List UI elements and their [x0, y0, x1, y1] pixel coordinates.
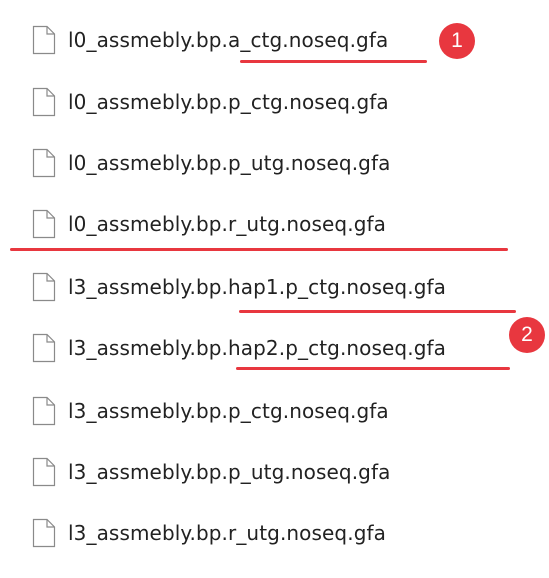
annotation-underline [236, 367, 510, 370]
annotation-underline [10, 248, 508, 251]
annotation-badge: 1 [439, 23, 475, 59]
file-name: l3_assmebly.bp.p_ctg.noseq.gfa [68, 399, 389, 423]
file-name: l0_assmebly.bp.a_ctg.noseq.gfa [68, 28, 389, 52]
file-name: l3_assmebly.bp.r_utg.noseq.gfa [68, 521, 386, 545]
file-item[interactable]: l0_assmebly.bp.p_ctg.noseq.gfa [0, 72, 549, 134]
file-list: l0_assmebly.bp.a_ctg.noseq.gfa l0_assmeb… [0, 0, 549, 578]
file-icon [32, 457, 56, 487]
file-item[interactable]: l3_assmebly.bp.p_ctg.noseq.gfa [0, 381, 549, 443]
file-icon [32, 25, 56, 55]
file-icon [32, 396, 56, 426]
file-name: l0_assmebly.bp.r_utg.noseq.gfa [68, 212, 386, 236]
file-name: l0_assmebly.bp.p_utg.noseq.gfa [68, 151, 391, 175]
file-icon [32, 87, 56, 117]
file-name: l3_assmebly.bp.p_utg.noseq.gfa [68, 460, 391, 484]
file-name: l3_assmebly.bp.hap1.p_ctg.noseq.gfa [68, 275, 446, 299]
annotation-underline [240, 60, 427, 63]
file-item[interactable]: l0_assmebly.bp.r_utg.noseq.gfa [0, 194, 549, 256]
file-icon [32, 518, 56, 548]
file-item[interactable]: l3_assmebly.bp.hap2.p_ctg.noseq.gfa [0, 318, 549, 380]
file-name: l0_assmebly.bp.p_ctg.noseq.gfa [68, 90, 389, 114]
file-name: l3_assmebly.bp.hap2.p_ctg.noseq.gfa [68, 336, 446, 360]
file-icon [32, 148, 56, 178]
file-item[interactable]: l3_assmebly.bp.r_utg.noseq.gfa [0, 503, 549, 565]
file-icon [32, 333, 56, 363]
file-item[interactable]: l3_assmebly.bp.p_utg.noseq.gfa [0, 442, 549, 504]
annotation-underline [239, 310, 516, 313]
file-icon [32, 272, 56, 302]
file-icon [32, 209, 56, 239]
file-item[interactable]: l0_assmebly.bp.p_utg.noseq.gfa [0, 133, 549, 195]
annotation-badge: 2 [509, 317, 545, 353]
